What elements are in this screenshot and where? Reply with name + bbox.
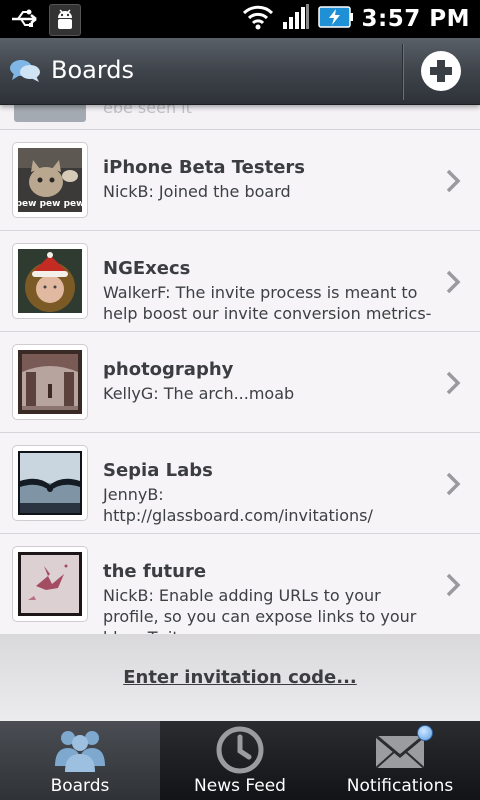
title-divider bbox=[402, 44, 404, 100]
board-name: Sepia Labs bbox=[103, 460, 213, 481]
list-item-board[interactable]: pew pew pew iPhone Beta Testers NickB: J… bbox=[0, 130, 480, 231]
list-item-partial[interactable]: ebe seen it bbox=[0, 104, 480, 130]
add-board-button[interactable] bbox=[421, 51, 461, 91]
battery-charging-icon bbox=[317, 5, 354, 33]
paper-crane-image bbox=[18, 552, 82, 616]
board-thumbnail bbox=[12, 445, 88, 521]
chevron-right-icon bbox=[444, 471, 462, 501]
bottom-tab-bar: Boards News Feed Notifications bbox=[0, 721, 480, 800]
board-thumbnail: pew pew pew bbox=[12, 142, 88, 218]
invitation-area: Enter invitation code... bbox=[0, 634, 480, 721]
enter-invitation-code-link[interactable]: Enter invitation code... bbox=[0, 667, 480, 688]
board-thumbnail bbox=[14, 104, 86, 122]
list-item-board[interactable]: NGExecs WalkerF: The invite process is m… bbox=[0, 231, 480, 344]
status-bar: 3:57 PM bbox=[0, 0, 480, 38]
board-name: photography bbox=[103, 359, 234, 380]
tab-news-feed[interactable]: News Feed bbox=[160, 721, 320, 800]
signal-icon bbox=[282, 4, 310, 34]
status-indicators: 3:57 PM bbox=[242, 0, 470, 38]
tab-label: Boards bbox=[50, 776, 110, 796]
list-item-board[interactable]: Sepia Labs JennyB: http://glassboard.com… bbox=[0, 433, 480, 534]
board-message-preview: KellyG: The arch...moab bbox=[103, 384, 295, 403]
chevron-right-icon bbox=[444, 168, 462, 198]
notification-badge bbox=[417, 725, 433, 741]
tab-notifications[interactable]: Notifications bbox=[320, 721, 480, 800]
list-item-board[interactable]: the future NickB: Enable adding URLs to … bbox=[0, 534, 480, 634]
cat-photo-image: pew pew pew bbox=[18, 148, 82, 212]
usb-icon bbox=[10, 8, 44, 34]
board-thumbnail bbox=[12, 243, 88, 319]
android-debug-icon bbox=[49, 4, 81, 36]
tab-label: Notifications bbox=[346, 776, 454, 796]
page-title: Boards bbox=[51, 56, 135, 84]
board-name: iPhone Beta Testers bbox=[103, 157, 305, 178]
chevron-right-icon bbox=[444, 269, 462, 299]
board-message-preview: NickB: Enable adding URLs to your profil… bbox=[103, 586, 417, 634]
wifi-icon bbox=[242, 4, 274, 34]
lake-silhouette-image bbox=[18, 451, 82, 515]
board-list[interactable]: ebe seen it pew pew pew iPhone Beta Test… bbox=[0, 104, 480, 634]
clock-icon bbox=[212, 726, 268, 778]
people-icon bbox=[52, 726, 108, 778]
clock-time: 3:57 PM bbox=[361, 6, 470, 32]
board-thumbnail bbox=[12, 546, 88, 622]
list-item-board[interactable]: photography KellyG: The arch...moab bbox=[0, 332, 480, 433]
board-name: NGExecs bbox=[103, 258, 191, 279]
board-message-preview: JennyB: http://glassboard.com/invitation… bbox=[103, 485, 373, 525]
board-message-preview: ebe seen it bbox=[103, 104, 192, 117]
app-screen: 3:57 PM Boards ebe seen it pew pew pew i… bbox=[0, 0, 480, 800]
tab-boards[interactable]: Boards bbox=[0, 721, 160, 800]
santa-hat-photo-image bbox=[18, 249, 82, 313]
tab-label: News Feed bbox=[194, 776, 286, 796]
chat-bubbles-icon bbox=[9, 57, 41, 89]
arch-photo-image bbox=[18, 350, 82, 414]
board-thumbnail bbox=[12, 344, 88, 420]
board-message-preview: NickB: Joined the board bbox=[103, 182, 291, 201]
title-bar: Boards bbox=[0, 38, 480, 105]
board-name: the future bbox=[103, 561, 207, 582]
chevron-right-icon bbox=[444, 572, 462, 602]
thumbnail-caption: pew pew pew bbox=[18, 199, 82, 209]
chevron-right-icon bbox=[444, 370, 462, 400]
